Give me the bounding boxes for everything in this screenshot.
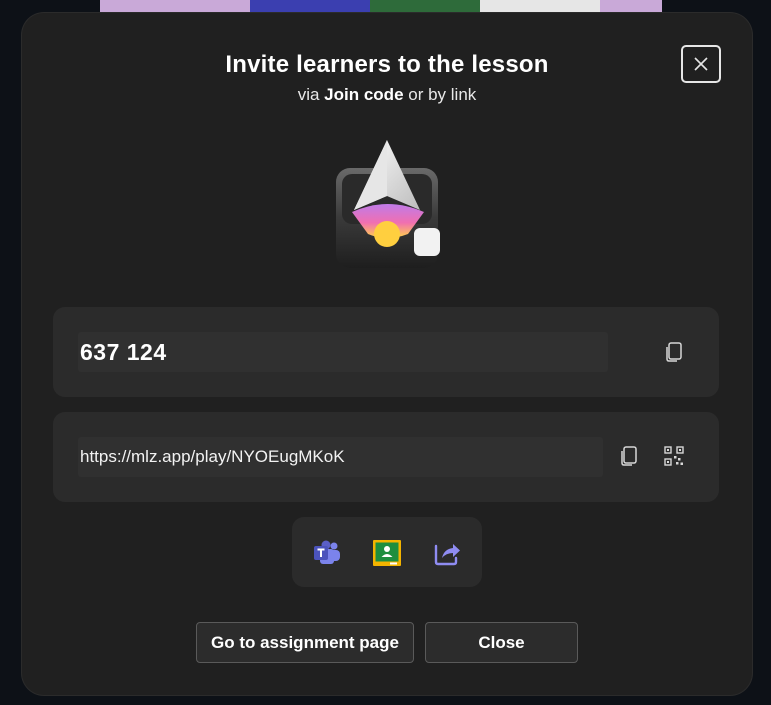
go-to-assignment-button[interactable]: Go to assignment page [196, 622, 414, 663]
join-link-field[interactable]: https://mlz.app/play/NYOEugMKoK [78, 437, 603, 477]
dialog-subtitle: via Join code or by link [22, 85, 752, 105]
join-code-card: 637 124 [53, 307, 719, 397]
share-icon[interactable] [432, 538, 462, 568]
share-options [292, 517, 482, 587]
copy-link-button[interactable] [614, 441, 644, 471]
google-classroom-icon[interactable] [372, 538, 402, 568]
copy-code-button[interactable] [659, 337, 689, 367]
close-button[interactable]: Close [425, 622, 578, 663]
app-logo-icon [336, 140, 440, 268]
copy-icon [666, 342, 682, 362]
join-code-value: 637 124 [80, 338, 167, 365]
invite-dialog: Invite learners to the lesson via Join c… [22, 13, 752, 695]
microsoft-teams-icon[interactable] [312, 538, 342, 568]
close-icon [694, 57, 708, 71]
subtitle-suffix: or by link [403, 85, 477, 104]
subtitle-join-code: Join code [324, 85, 404, 104]
join-code-field[interactable]: 637 124 [78, 332, 608, 372]
copy-icon [621, 446, 637, 466]
join-link-value: https://mlz.app/play/NYOEugMKoK [80, 447, 345, 466]
subtitle-prefix: via [297, 85, 325, 104]
close-dialog-button[interactable] [681, 45, 721, 83]
qr-code-icon [664, 446, 684, 466]
dialog-title: Invite learners to the lesson [225, 51, 549, 78]
qr-code-button[interactable] [659, 441, 689, 471]
join-link-card: https://mlz.app/play/NYOEugMKoK [53, 412, 719, 502]
